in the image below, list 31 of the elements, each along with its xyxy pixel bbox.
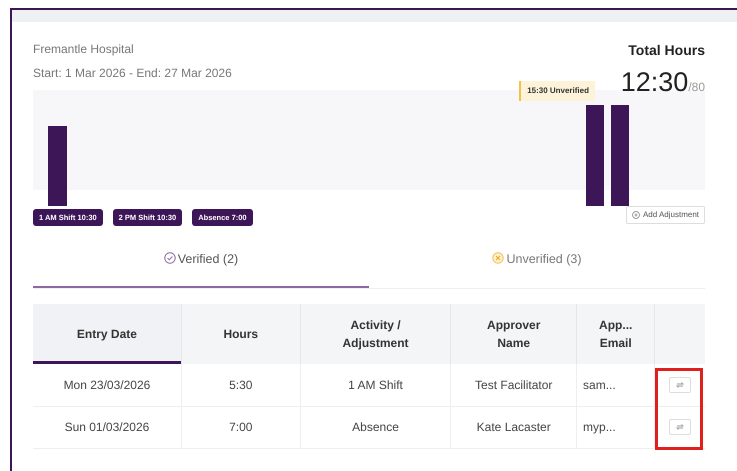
check-circle-icon [164,252,176,264]
swap-icon [675,423,686,431]
tab[interactable]: Unverified (3) [369,240,705,288]
table-cell: myp... [576,406,655,448]
table-cell: Test Facilitator [450,364,577,406]
table-cell: Mon 23/03/2026 [33,364,182,406]
total-hours-label: Total Hours [627,41,705,60]
table-cell: sam... [576,364,655,406]
facility-name: Fremantle Hospital [33,41,135,58]
table-cell: 7:00 [181,406,300,448]
column-header: App... Email [576,304,655,364]
unverified-tag: 15:30 Unverified [519,81,595,101]
add-adjustment-button[interactable]: Add Adjustment [626,206,705,224]
plus-circle-icon [632,210,640,219]
column-header: Entry Date [33,304,182,364]
table-cell: Kate Lacaster [450,406,577,448]
column-header: Hours [181,304,300,364]
column-header: Approver Name [450,304,577,364]
table-cell: 1 AM Shift [300,364,451,406]
x-circle-icon [492,252,504,264]
table-cell: Sun 01/03/2026 [33,406,182,448]
table-cell: Absence [300,406,451,448]
swap-icon [675,380,686,389]
date-range: Start: 1 Mar 2026 - End: 27 Mar 2026 [33,65,232,82]
table-cell: 5:30 [181,364,300,406]
tab[interactable]: Verified (2) [33,240,369,288]
total-hours-max: /80 [688,79,705,96]
total-hours-value: 12:30 [620,69,688,96]
swap-button[interactable] [669,376,692,393]
column-header: Activity / Adjustment [300,304,451,364]
swap-button[interactable] [669,419,692,435]
